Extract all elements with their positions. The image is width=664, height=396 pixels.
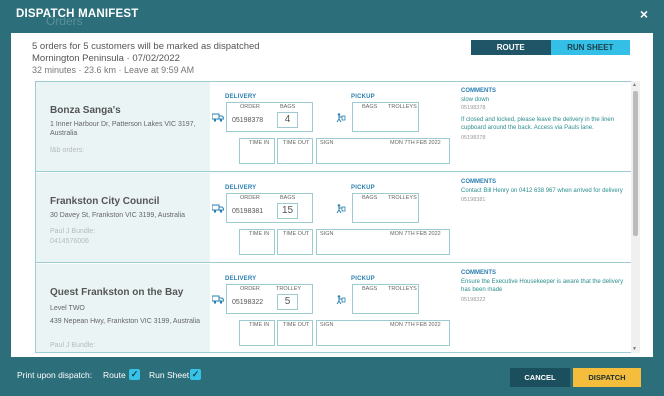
summary-orders: 5 orders for 5 customers will be marked … xyxy=(32,41,260,52)
truck-icon xyxy=(212,204,224,213)
truck-icon xyxy=(212,295,224,304)
customer-name: Frankston City Council xyxy=(50,196,160,207)
delivery-label: DELIVERY xyxy=(225,94,257,100)
order-label: ORDER xyxy=(240,286,260,292)
run-sheet-checkbox[interactable]: ✓ xyxy=(190,369,201,380)
manifest-row: Quest Frankston on the Bay Level TWO 439… xyxy=(36,264,638,352)
run-sheet-checkbox-label: Run Sheet xyxy=(149,370,190,380)
comment-order-id: 05198378 xyxy=(461,135,486,141)
time-in-label: TIME IN xyxy=(249,140,270,146)
modal-body: 5 orders for 5 customers will be marked … xyxy=(11,33,653,357)
comment-text: If closed and locked, please leave the d… xyxy=(461,117,615,131)
sign-label: SIGN xyxy=(320,322,334,328)
bags-label: BAGS xyxy=(280,195,296,201)
comment-order-id: 05198381 xyxy=(461,197,486,203)
order-label: ORDER xyxy=(240,104,260,110)
route-checkbox-label: Route xyxy=(103,370,126,380)
comments-label: COMMENTS xyxy=(461,179,496,185)
manifest-list[interactable]: Bonza Sanga's 1 Inner Harbour Dr, Patter… xyxy=(35,81,639,353)
pickup-trolley-icon xyxy=(336,204,346,214)
bags-value: 4 xyxy=(284,114,291,125)
bags-label: BAGS xyxy=(280,104,296,110)
trolley-value: 5 xyxy=(284,296,291,307)
customer-name: Bonza Sanga's xyxy=(50,105,121,116)
customer-note: f&b orders: xyxy=(50,147,85,154)
customer-phone: 0414576006 xyxy=(50,238,89,245)
comment-text: Contact Bill Henry on 0412 638 967 when … xyxy=(461,188,623,194)
customer-extra: Level TWO xyxy=(50,305,85,312)
time-out-label: TIME OUT xyxy=(283,322,310,328)
pickup-bags-label: BAGS xyxy=(362,195,378,201)
sign-date: MON 7TH FEB 2022 xyxy=(390,322,441,328)
bags-value: 15 xyxy=(281,205,294,216)
modal-title: DISPATCH MANIFEST xyxy=(16,8,139,20)
pickup-label: PICKUP xyxy=(351,185,375,191)
customer-address: 1 Inner Harbour Dr, Patterson Lakes VIC … xyxy=(50,121,196,137)
sign-date: MON 7TH FEB 2022 xyxy=(390,231,441,237)
route-checkbox[interactable]: ✓ xyxy=(129,369,140,380)
customer-name: Quest Frankston on the Bay xyxy=(50,287,184,298)
pickup-bags-label: BAGS xyxy=(362,286,378,292)
dispatch-button[interactable]: DISPATCH xyxy=(573,368,641,387)
customer-address: 439 Nepean Hwy, Frankston VIC 3199, Aust… xyxy=(50,318,201,325)
sign-date: MON 7TH FEB 2022 xyxy=(390,140,441,146)
dispatch-manifest-modal: Orders DISPATCH MANIFEST × 5 orders for … xyxy=(0,0,664,396)
pickup-bags-label: BAGS xyxy=(362,104,378,110)
comment-order-id: 05198322 xyxy=(461,297,486,303)
cancel-button[interactable]: CANCEL xyxy=(510,368,570,387)
tab-route[interactable]: ROUTE xyxy=(471,40,551,55)
view-tabs: ROUTE RUN SHEET xyxy=(471,40,630,55)
pickup-label: PICKUP xyxy=(351,276,375,282)
pickup-trolleys-label: TROLLEYS xyxy=(388,104,417,110)
pickup-trolleys-label: TROLLEYS xyxy=(388,195,417,201)
comment-text: slow down xyxy=(461,97,490,103)
modal-footer: Print upon dispatch: Route ✓ Run Sheet ✓… xyxy=(0,360,664,396)
pickup-trolley-icon xyxy=(336,113,346,123)
manifest-row: Bonza Sanga's 1 Inner Harbour Dr, Patter… xyxy=(36,82,638,172)
sign-label: SIGN xyxy=(320,140,334,146)
time-in-label: TIME IN xyxy=(249,231,270,237)
scroll-up-icon[interactable]: ▲ xyxy=(632,82,637,88)
pickup-label: PICKUP xyxy=(351,94,375,100)
summary-region-date: Mornington Peninsula · 07/02/2022 xyxy=(32,53,180,64)
list-scrollbar[interactable]: ▲ ▼ xyxy=(631,81,640,353)
order-number: 05198322 xyxy=(232,299,264,306)
comment-order-id: 05198378 xyxy=(461,105,486,111)
trolley-label: TROLLEY xyxy=(276,286,302,292)
scroll-down-icon[interactable]: ▼ xyxy=(632,346,637,352)
comment-text: Ensure the Executive Housekeeper is awar… xyxy=(461,279,624,293)
tab-run-sheet[interactable]: RUN SHEET xyxy=(550,40,630,55)
order-number: 05198381 xyxy=(232,208,264,215)
summary-route-stats: 32 minutes · 23.6 km · Leave at 9:59 AM xyxy=(32,65,195,75)
order-label: ORDER xyxy=(240,195,260,201)
pickup-trolleys-label: TROLLEYS xyxy=(388,286,417,292)
comments-label: COMMENTS xyxy=(461,88,496,94)
customer-address: 30 Davey St, Frankston VIC 3199, Austral… xyxy=(50,212,186,219)
order-number: 05198378 xyxy=(232,117,264,124)
delivery-label: DELIVERY xyxy=(225,185,257,191)
customer-note: Paul J Bundle: xyxy=(50,228,96,235)
time-out-label: TIME OUT xyxy=(283,140,310,146)
comments-label: COMMENTS xyxy=(461,270,496,276)
modal-titlebar: Orders DISPATCH MANIFEST × xyxy=(0,0,664,28)
scrollbar-thumb[interactable] xyxy=(633,91,638,236)
time-in-label: TIME IN xyxy=(249,322,270,328)
sign-label: SIGN xyxy=(320,231,334,237)
close-icon[interactable]: × xyxy=(640,6,648,22)
time-out-label: TIME OUT xyxy=(283,231,310,237)
truck-icon xyxy=(212,113,224,122)
customer-note: Paul J Bundle: xyxy=(50,342,96,349)
delivery-label: DELIVERY xyxy=(225,276,257,282)
print-upon-dispatch-label: Print upon dispatch: xyxy=(17,370,93,380)
pickup-trolley-icon xyxy=(336,295,346,305)
manifest-row: Frankston City Council 30 Davey St, Fran… xyxy=(36,173,638,263)
